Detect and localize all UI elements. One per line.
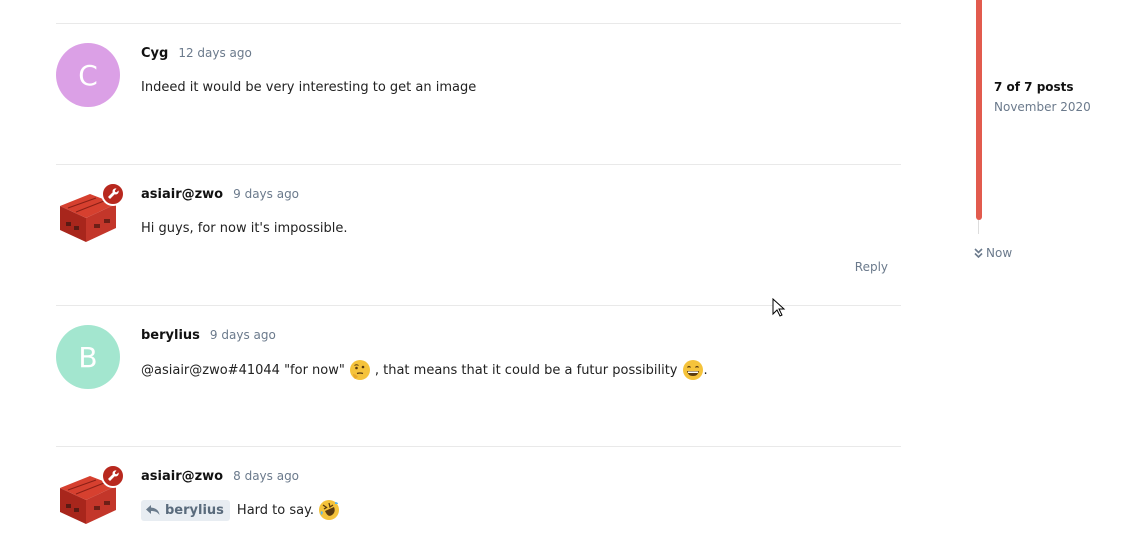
post-meta: Cyg 12 days ago	[141, 46, 252, 61]
reply-button[interactable]: Reply	[855, 260, 888, 274]
avatar[interactable]: B	[56, 325, 120, 389]
post-divider	[56, 446, 901, 447]
post-text: Hard to say.	[236, 502, 315, 518]
thinking-face-icon	[349, 360, 370, 380]
post-divider	[56, 23, 901, 24]
timeline-track[interactable]	[978, 220, 979, 234]
grinning-face-icon	[682, 360, 703, 380]
post-text: , that means that it could be a futur po…	[374, 362, 678, 378]
post-body: berylius Hard to say.	[141, 499, 344, 521]
post-time[interactable]: 8 days ago	[233, 469, 299, 483]
post-meta: asiair@zwo 8 days ago	[141, 469, 299, 484]
timeline-date: November 2020	[994, 100, 1091, 114]
post-meta: berylius 9 days ago	[141, 328, 276, 343]
reply-to-tab[interactable]: berylius	[141, 499, 230, 521]
post-divider	[56, 164, 901, 165]
post-time[interactable]: 12 days ago	[178, 46, 252, 60]
post-body: Hi guys, for now it's impossible.	[141, 221, 348, 236]
post-text: Indeed it would be very interesting to g…	[141, 80, 477, 95]
avatar[interactable]	[56, 464, 126, 530]
rolling-laughing-icon	[319, 500, 340, 520]
post-body: Indeed it would be very interesting to g…	[141, 80, 476, 95]
post-body: @asiair@zwo#41044 "for now" , that means…	[141, 359, 708, 381]
wrench-icon	[101, 464, 125, 488]
timeline-scroll-bar[interactable]	[976, 0, 982, 220]
avatar[interactable]	[56, 182, 126, 248]
post-time[interactable]: 9 days ago	[233, 187, 299, 201]
reply-to-username: berylius	[165, 502, 224, 518]
wrench-icon	[101, 182, 125, 206]
reply-arrow-icon	[146, 505, 160, 515]
mouse-cursor-icon	[772, 298, 786, 317]
post-text: @asiair@zwo#41044 "for now"	[141, 362, 345, 378]
avatar[interactable]: C	[56, 43, 120, 107]
post-text: Hi guys, for now it's impossible.	[141, 221, 348, 236]
username[interactable]: asiair@zwo	[141, 187, 223, 202]
username[interactable]: Cyg	[141, 46, 168, 61]
username[interactable]: asiair@zwo	[141, 469, 223, 484]
username[interactable]: berylius	[141, 328, 200, 343]
post-time[interactable]: 9 days ago	[210, 328, 276, 342]
double-chevron-down-icon	[974, 248, 983, 258]
timeline-now-link[interactable]: Now	[974, 246, 1012, 260]
timeline-now-label: Now	[986, 246, 1013, 260]
timeline-post-count: 7 of 7 posts	[994, 80, 1074, 94]
post-meta: asiair@zwo 9 days ago	[141, 187, 299, 202]
post-text: .	[703, 362, 708, 378]
